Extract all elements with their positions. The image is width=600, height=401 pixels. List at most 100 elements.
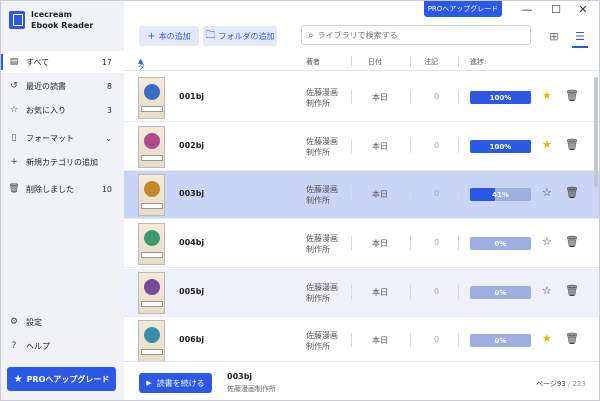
column-divider [351,56,352,67]
sidebar-item-deleted[interactable]: 🗑 削除しました 10 [1,178,124,200]
table-row[interactable]: 002bj 佐藤漫画 制作所 本日 0 100% ★ 🗑 [124,123,599,171]
sidebar-item-settings[interactable]: ⚙ 設定 [1,311,124,333]
column-divider [458,90,459,104]
sidebar-item-recent[interactable]: ↺ 最近の読書 8 [1,75,124,97]
delete-trash-icon[interactable]: 🗑 [565,284,579,297]
favorite-star-icon[interactable]: ☆ [542,284,552,297]
scrollbar[interactable] [594,77,598,187]
progress-label: 0% [494,336,507,345]
favorite-star-icon[interactable]: ★ [542,89,552,102]
grid-view-icon[interactable]: ⊞ [544,26,564,46]
table-row[interactable]: 004bj 佐藤漫画 制作所 本日 0 0% ☆ 🗑 [124,220,599,268]
cover-art [144,279,160,295]
gear-icon: ⚙ [9,317,19,327]
add-book-button[interactable]: + 本の追加 [139,26,199,46]
sidebar-item-count: 10 [101,184,112,194]
column-notes-header[interactable]: 注記 [424,57,438,67]
add-folder-button[interactable]: 🗀 フォルダの追加 [203,26,277,46]
sidebar-item-favorites[interactable]: ☆ お気に入り 3 [1,99,124,121]
book-author: 佐藤漫画 制作所 [306,282,338,304]
search-box[interactable]: ⌕ [301,25,531,45]
sidebar-item-label: フォーマット [26,133,74,143]
continue-reading-label: 読書を続ける [156,378,205,388]
sidebar-item-count: 17 [101,57,112,67]
table-row[interactable]: 003bj 佐藤漫画 制作所 本日 0 41% ☆ 🗑 [124,171,599,219]
top-upgrade-pro-label: PROへアップグレード [427,5,499,13]
book-author-line1: 佐藤漫画 [306,88,338,97]
table-header: タイトル ▲ 著者 日付 注記 進捗: [124,52,599,101]
sidebar-item-label: ヘルプ [26,341,50,351]
app-title: Icecream Ebook Reader [31,9,93,31]
maximize-icon[interactable]: ☐ [546,3,566,16]
favorite-star-icon[interactable]: ★ [542,332,552,345]
book-cover [138,320,165,362]
delete-trash-icon[interactable]: 🗑 [565,332,579,345]
progress-label: 0% [494,239,507,248]
search-input[interactable] [317,30,508,40]
sidebar-item-label: お気に入り [26,105,66,115]
column-title-header[interactable]: タイトル ▲ [138,57,145,101]
list-view-icon[interactable]: ☰ [570,26,590,48]
upgrade-pro-button[interactable]: ★ PROへアップグレード [7,367,116,391]
column-divider [458,139,459,153]
app-title-line1: Icecream [31,10,72,19]
column-author-header[interactable]: 著者 [306,57,320,67]
book-cover [138,126,165,168]
top-upgrade-pro-button[interactable]: PROへアップグレード [424,1,502,17]
column-divider [458,187,459,201]
sidebar-item-add-category[interactable]: + 新規カテゴリの追加 [1,151,124,173]
chevron-down-icon: ⌄ [105,133,112,143]
table-row[interactable]: 001bj 佐藤漫画 制作所 本日 0 100% ★ 🗑 [124,74,599,122]
book-cover [138,223,165,265]
book-title: 003bj [179,189,205,198]
column-divider [351,236,352,250]
continue-reading-button[interactable]: ▶ 読書を続ける [139,373,212,393]
star-icon: ★ [13,373,23,385]
progress-bar: 100% [470,140,531,153]
column-divider [410,236,411,250]
cover-title-band [141,203,163,209]
current-book-author: 佐藤漫画制作所 [227,385,276,393]
book-logo-icon [9,11,25,29]
star-outline-icon: ☆ [9,105,19,115]
cover-art [144,84,160,100]
progress-bar: 0% [470,334,531,347]
progress-bar: 100% [470,91,531,104]
table-row[interactable]: 005bj 佐藤漫画 制作所 本日 0 0% ☆ 🗑 [124,269,599,317]
upgrade-pro-label: PROへアップグレード [26,374,110,384]
favorite-star-icon[interactable]: ☆ [542,235,552,248]
current-page: ページ93 [536,380,566,388]
app-window: Icecream Ebook Reader ▤ すべて 17 ↺ 最近の読書 8… [0,0,600,401]
book-title: 005bj [179,287,205,296]
help-icon: ? [11,341,17,351]
delete-trash-icon[interactable]: 🗑 [565,235,579,248]
book-author-line1: 佐藤漫画 [306,234,338,243]
sidebar-item-format[interactable]: ▯ フォーマット ⌄ [1,127,124,149]
delete-trash-icon[interactable]: 🗑 [565,89,579,102]
cover-title-band [141,106,163,112]
column-date-header[interactable]: 日付 [368,57,382,67]
book-author-line2: 制作所 [306,99,330,108]
folder-icon: 🗀 [205,29,216,41]
delete-trash-icon[interactable]: 🗑 [565,138,579,151]
minimize-icon[interactable]: — [517,3,537,16]
favorite-star-icon[interactable]: ☆ [542,186,552,199]
play-icon: ▶ [146,379,152,387]
app-title-line2: Ebook Reader [31,21,94,30]
close-icon[interactable]: ✕ [573,3,593,16]
book-cover [138,77,165,119]
favorite-star-icon[interactable]: ★ [542,138,552,151]
book-date: 本日 [372,336,388,345]
progress-bar: 41% [470,188,531,201]
delete-trash-icon[interactable]: 🗑 [565,186,579,199]
book-cover [138,272,165,314]
column-divider [410,187,411,201]
sidebar-item-all[interactable]: ▤ すべて 17 [1,51,124,73]
sidebar: Icecream Ebook Reader ▤ すべて 17 ↺ 最近の読書 8… [1,1,124,400]
column-progress-header[interactable]: 進捗: [470,57,486,67]
book-date: 本日 [372,190,388,199]
table-row[interactable]: 006bj 佐藤漫画 制作所 本日 0 0% ★ 🗑 [124,317,599,365]
cover-art [144,133,160,149]
book-date: 本日 [372,288,388,297]
sidebar-item-help[interactable]: ? ヘルプ [1,335,124,357]
